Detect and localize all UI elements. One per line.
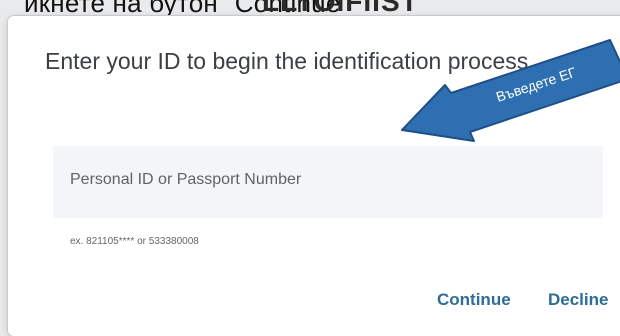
personal-id-input[interactable]: Personal ID or Passport Number xyxy=(53,146,603,218)
id-dialog: Enter your ID to begin the identificatio… xyxy=(8,16,620,336)
helper-text: ex. 821105**** or 533380008 xyxy=(70,236,199,247)
dialog-title: Enter your ID to begin the identificatio… xyxy=(45,48,529,74)
continue-button[interactable]: Continue xyxy=(437,290,511,310)
input-placeholder: Personal ID or Passport Number xyxy=(70,171,302,188)
decline-button[interactable]: Decline xyxy=(548,290,608,310)
